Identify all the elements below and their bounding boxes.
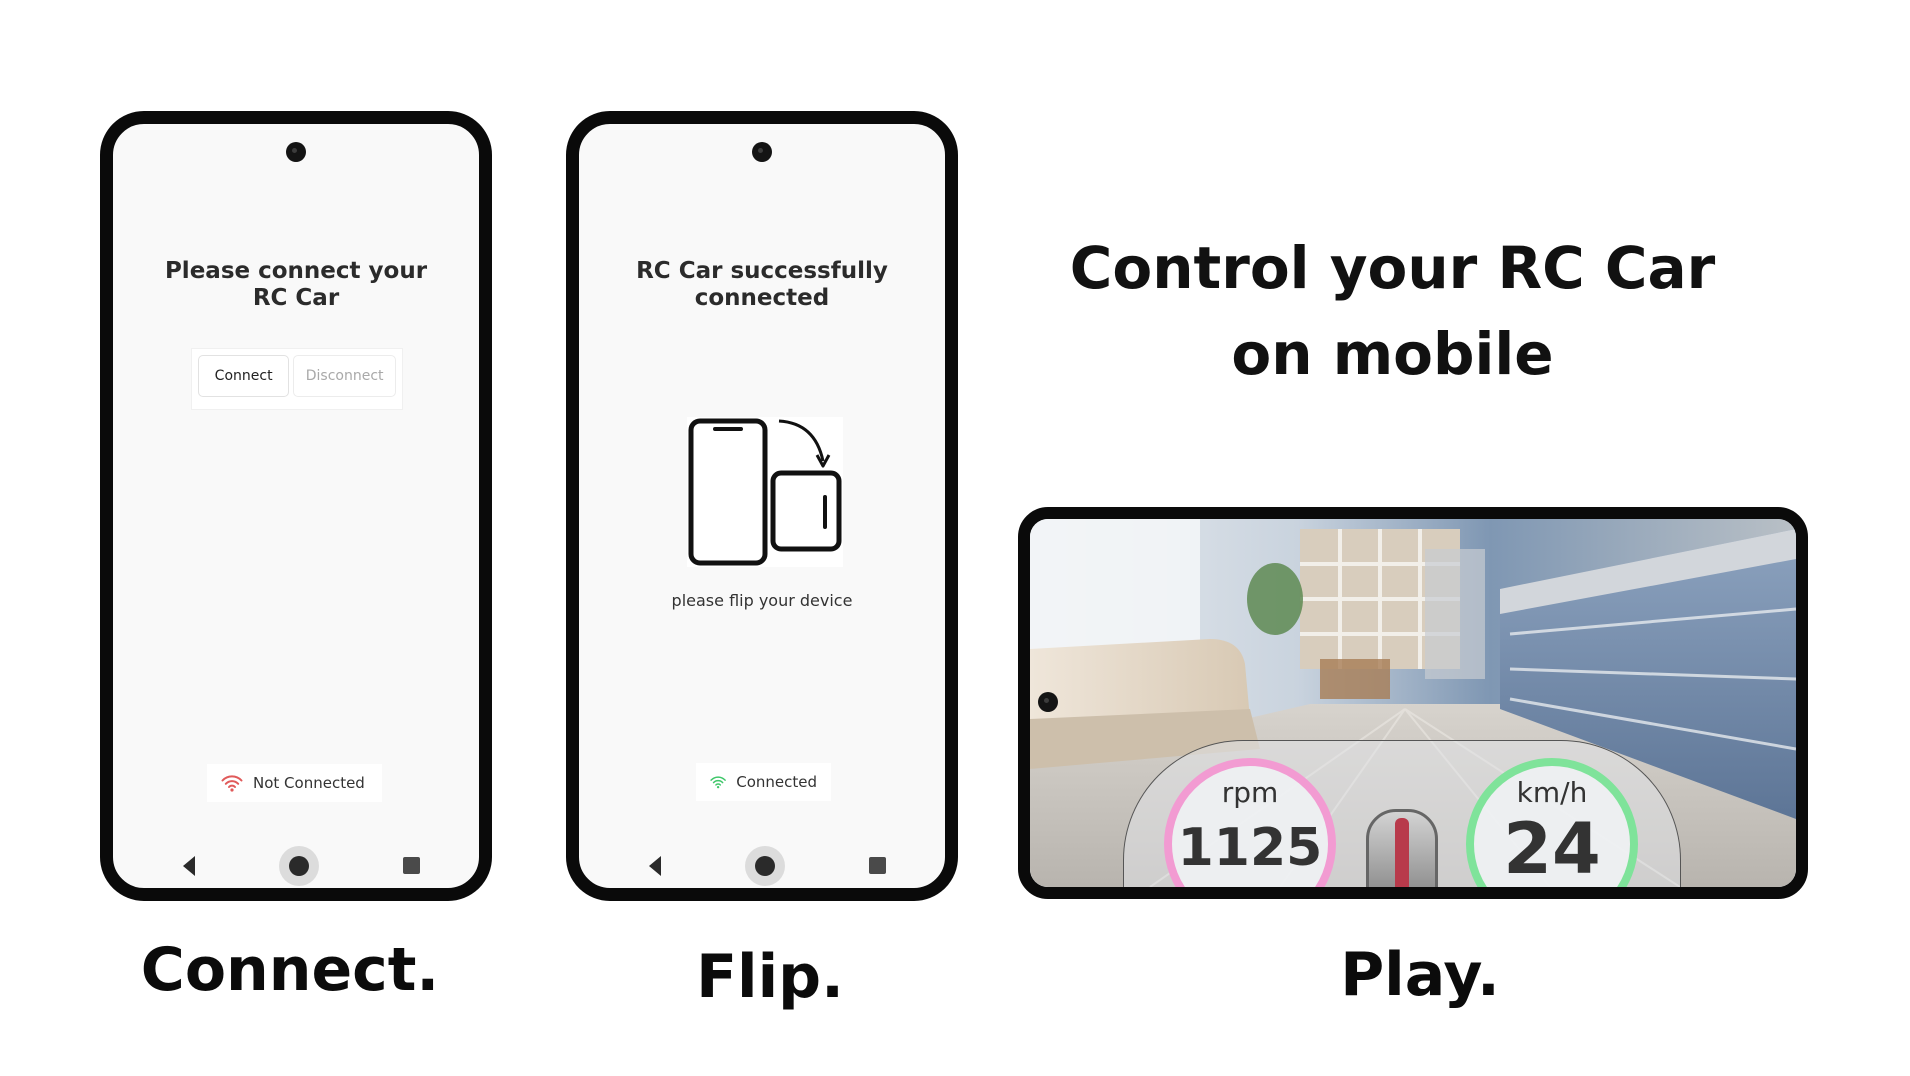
speed-value: 24	[1503, 808, 1601, 890]
home-icon[interactable]	[745, 846, 785, 886]
rpm-unit-label: rpm	[1221, 776, 1279, 809]
car-rear-view	[1366, 809, 1438, 887]
recent-apps-icon[interactable]	[869, 857, 886, 874]
back-icon[interactable]	[183, 856, 195, 876]
status-text: Connected	[736, 773, 817, 791]
phone-flip-screen: RC Car successfully connected please fli…	[566, 111, 958, 901]
speed-gauge: km/h 24	[1466, 758, 1638, 890]
rotate-device-icon	[687, 417, 843, 567]
back-icon[interactable]	[649, 856, 661, 876]
phone-connect-screen: Please connect your RC Car Connect Disco…	[100, 111, 492, 901]
android-nav-bar	[579, 846, 945, 886]
car-stripe	[1395, 818, 1409, 887]
front-camera-icon	[286, 142, 306, 162]
android-nav-bar	[113, 846, 479, 886]
connect-prompt-title: Please connect your RC Car	[164, 258, 428, 311]
step-connect-label: Connect.	[140, 935, 440, 1005]
phone-play-screen: rpm 1125 km/h 24	[1018, 507, 1808, 899]
step-play-label: Play.	[1340, 940, 1500, 1010]
connect-button[interactable]: Connect	[198, 355, 290, 397]
flip-instruction: please flip your device	[671, 591, 853, 610]
step-flip-label: Flip.	[696, 942, 844, 1012]
main-headline: Control your RC Car on mobile	[1069, 234, 1716, 388]
connection-status: Connected	[696, 763, 831, 801]
recent-apps-icon[interactable]	[403, 857, 420, 874]
front-camera-icon	[752, 142, 772, 162]
home-icon[interactable]	[279, 846, 319, 886]
connected-title: RC Car successfully connected	[636, 258, 888, 311]
status-text: Not Connected	[253, 774, 365, 792]
wifi-off-icon	[221, 775, 243, 792]
front-camera-icon	[1038, 692, 1058, 712]
speed-unit-label: km/h	[1516, 776, 1588, 809]
connection-status: Not Connected	[207, 764, 382, 802]
wifi-icon	[710, 776, 726, 789]
connection-toggle-group: Connect Disconnect	[192, 349, 402, 409]
disconnect-button[interactable]: Disconnect	[293, 355, 396, 397]
rpm-gauge: rpm 1125	[1164, 758, 1336, 887]
rpm-value: 1125	[1177, 818, 1323, 878]
